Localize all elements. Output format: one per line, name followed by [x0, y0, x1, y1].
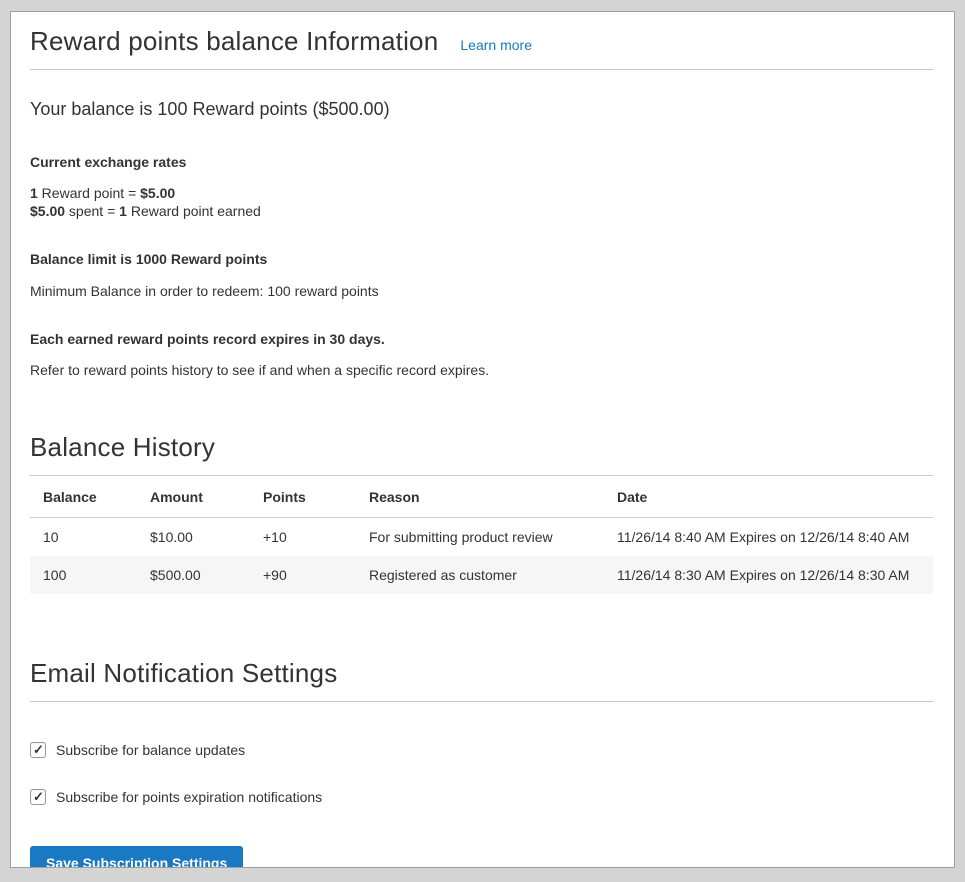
table-row: 10 $10.00 +10 For submitting product rev… — [30, 518, 933, 557]
balance-updates-label[interactable]: Subscribe for balance updates — [56, 742, 245, 758]
cell-date: 11/26/14 8:30 AM Expires on 12/26/14 8:3… — [604, 556, 933, 594]
table-row: 100 $500.00 +90 Registered as customer 1… — [30, 556, 933, 594]
expiration-notifications-label[interactable]: Subscribe for points expiration notifica… — [56, 789, 322, 805]
balance-history-table: Balance Amount Points Reason Date 10 $10… — [30, 476, 933, 594]
cell-amount: $500.00 — [137, 556, 250, 594]
cell-amount: $10.00 — [137, 518, 250, 557]
column-header-amount: Amount — [137, 476, 250, 518]
balance-summary: Your balance is 100 Reward points ($500.… — [30, 99, 933, 120]
rate-middle-text: Reward point = — [38, 185, 140, 201]
rate-money-value: $5.00 — [140, 185, 175, 201]
expiration-notifications-checkbox[interactable] — [30, 789, 46, 805]
rate-middle-text: spent = — [65, 203, 119, 219]
balance-history-header: Balance History — [30, 432, 933, 476]
email-settings-header: Email Notification Settings — [30, 658, 933, 702]
expiration-notifications-option: Subscribe for points expiration notifica… — [30, 789, 933, 805]
rate-money-value: $5.00 — [30, 203, 65, 219]
cell-reason: For submitting product review — [356, 518, 604, 557]
cell-date: 11/26/14 8:40 AM Expires on 12/26/14 8:4… — [604, 518, 933, 557]
rate-tail-text: Reward point earned — [127, 203, 261, 219]
balance-history-title: Balance History — [30, 432, 215, 462]
table-header-row: Balance Amount Points Reason Date — [30, 476, 933, 518]
learn-more-link[interactable]: Learn more — [460, 37, 532, 53]
email-settings-title: Email Notification Settings — [30, 658, 337, 688]
rate-points-value: 1 — [119, 203, 127, 219]
column-header-date: Date — [604, 476, 933, 518]
rate-money-to-point: $5.00 spent = 1 Reward point earned — [30, 202, 933, 220]
panel-header: Reward points balance Information Learn … — [30, 12, 933, 70]
expiration-note: Refer to reward points history to see if… — [30, 361, 933, 379]
balance-updates-option: Subscribe for balance updates — [30, 742, 933, 758]
cell-points: +90 — [250, 556, 356, 594]
cell-reason: Registered as customer — [356, 556, 604, 594]
column-header-reason: Reason — [356, 476, 604, 518]
balance-limit-heading: Balance limit is 1000 Reward points — [30, 251, 933, 267]
balance-updates-checkbox[interactable] — [30, 742, 46, 758]
cell-points: +10 — [250, 518, 356, 557]
rate-points-value: 1 — [30, 185, 38, 201]
expiration-heading: Each earned reward points record expires… — [30, 331, 933, 347]
reward-points-panel: Reward points balance Information Learn … — [10, 11, 955, 868]
exchange-rates-lines: 1 Reward point = $5.00 $5.00 spent = 1 R… — [30, 184, 933, 220]
exchange-rates-heading: Current exchange rates — [30, 154, 933, 170]
column-header-balance: Balance — [30, 476, 137, 518]
minimum-balance-text: Minimum Balance in order to redeem: 100 … — [30, 282, 933, 300]
rate-point-to-money: 1 Reward point = $5.00 — [30, 184, 933, 202]
cell-balance: 100 — [30, 556, 137, 594]
save-subscription-settings-button[interactable]: Save Subscription Settings — [30, 846, 243, 868]
column-header-points: Points — [250, 476, 356, 518]
cell-balance: 10 — [30, 518, 137, 557]
page-title: Reward points balance Information — [30, 26, 438, 57]
